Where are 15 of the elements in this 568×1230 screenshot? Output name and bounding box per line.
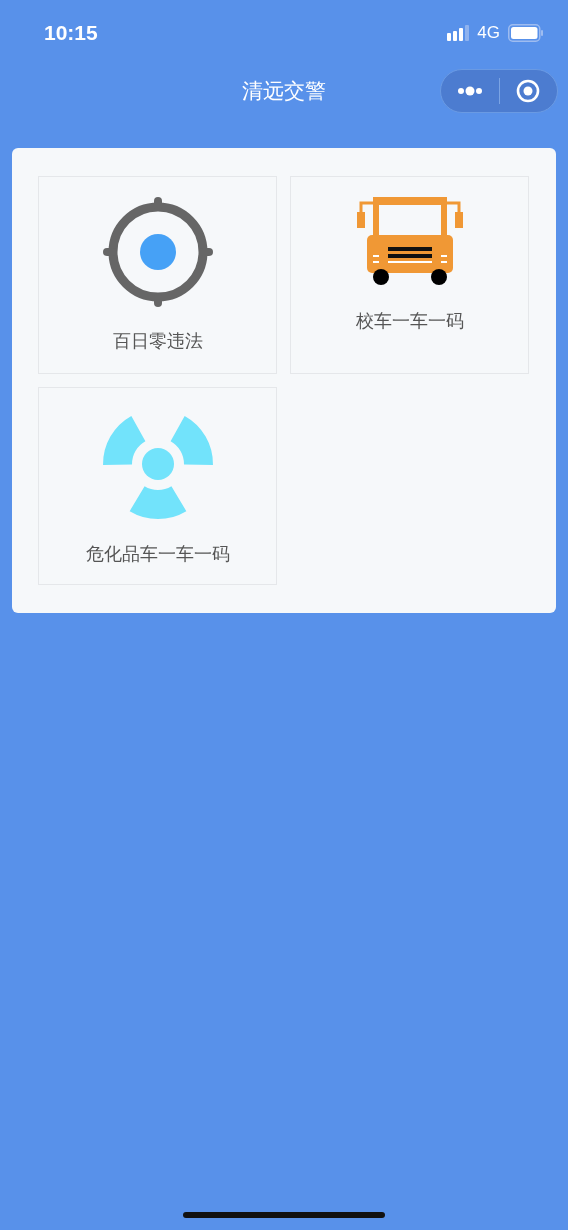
tile-label: 校车一车一码 (355, 309, 464, 333)
menu-tile[interactable]: 百日零违法 (38, 176, 277, 374)
bus-icon (356, 197, 463, 287)
battery-icon (508, 24, 544, 42)
tile-label: 百日零违法 (112, 329, 203, 353)
target-circle-icon (516, 79, 541, 103)
more-icon (456, 86, 483, 96)
status-time: 10:15 (44, 21, 98, 45)
menu-tile[interactable]: 校车一车一码 (290, 176, 529, 374)
crosshair-icon (102, 197, 213, 307)
network-label: 4G (477, 23, 500, 43)
menu-tile[interactable]: 危化品车一车一码 (38, 387, 277, 585)
page-title: 清远交警 (242, 78, 326, 105)
tile-label: 危化品车一车一码 (85, 542, 230, 566)
signal-icon (447, 25, 470, 41)
